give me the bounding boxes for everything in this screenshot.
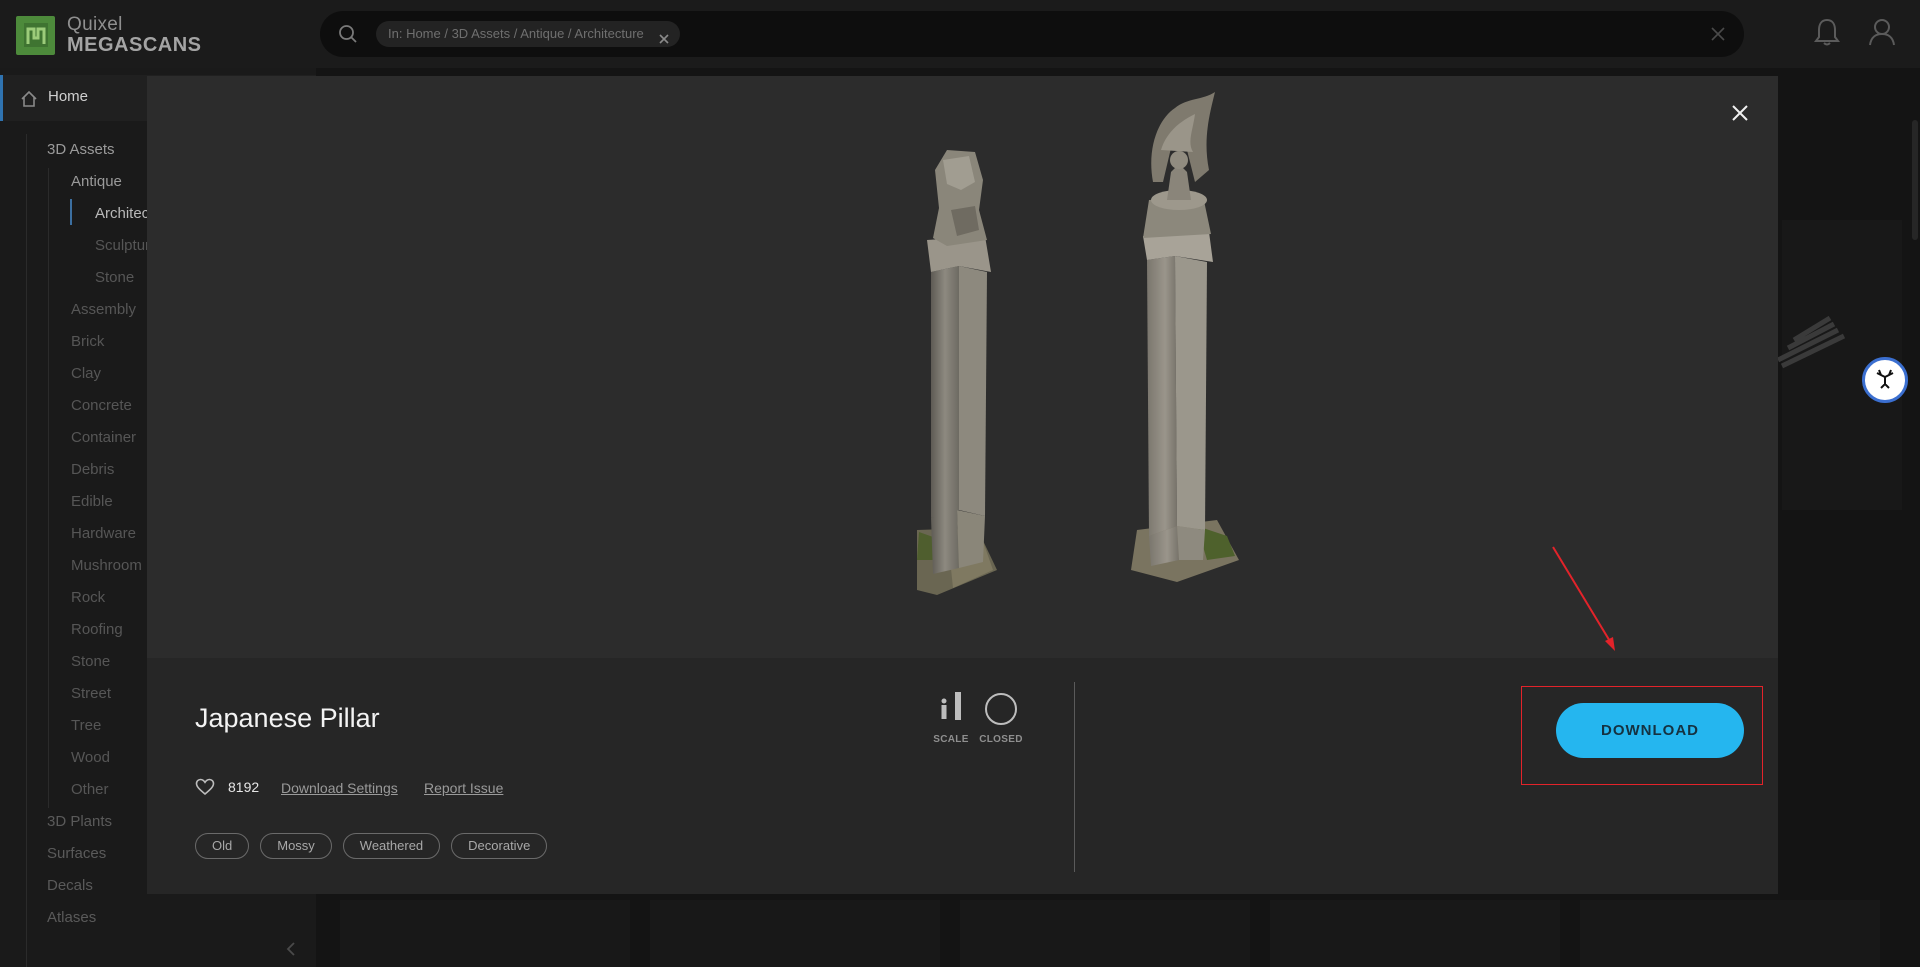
- sidebar-item-roofing[interactable]: Roofing: [71, 621, 123, 638]
- asset-preview[interactable]: [147, 76, 1778, 658]
- background-asset-card: [340, 900, 630, 967]
- home-icon: [20, 90, 38, 113]
- likes: 8192: [195, 778, 259, 796]
- download-button[interactable]: DOWNLOAD: [1556, 703, 1744, 758]
- sidebar-item-street[interactable]: Street: [71, 685, 111, 702]
- background-asset-card: [1270, 900, 1560, 967]
- like-count: 8192: [228, 779, 260, 795]
- asset-info-panel: Japanese Pillar 8192 Download Settings R…: [147, 658, 1778, 894]
- closed-icon: [985, 693, 1017, 725]
- search-filter-chip[interactable]: In: Home / 3D Assets / Antique / Archite…: [376, 21, 680, 47]
- brand-line1: Quixel: [67, 14, 123, 35]
- closed-indicator: CLOSED: [971, 692, 1031, 745]
- megascans-logo[interactable]: Quixel MEGASCANS: [16, 15, 202, 55]
- background-asset-thumbnail: [1778, 315, 1846, 369]
- sidebar-item-atlases[interactable]: Atlases: [47, 909, 96, 923]
- tree-guide-line: [48, 168, 49, 808]
- logo-mark-icon: [16, 15, 55, 55]
- brand-line2: MEGASCANS: [67, 34, 202, 56]
- search-icon[interactable]: [338, 24, 358, 49]
- top-bar: Quixel MEGASCANS In: Home / 3D Assets / …: [0, 0, 1920, 68]
- report-issue-link[interactable]: Report Issue: [424, 780, 503, 796]
- background-asset-card: [960, 900, 1250, 967]
- sidebar-item-mushroom[interactable]: Mushroom: [71, 557, 142, 574]
- tree-active-marker: [70, 199, 72, 225]
- sidebar-item-assembly[interactable]: Assembly: [71, 301, 136, 318]
- sidebar-item-rock[interactable]: Rock: [71, 589, 105, 606]
- sidebar-item-clay[interactable]: Clay: [71, 365, 101, 382]
- sidebar-item-3d-assets[interactable]: 3D Assets: [47, 141, 115, 158]
- download-highlight-box: DOWNLOAD: [1521, 686, 1763, 785]
- close-icon[interactable]: [1731, 104, 1749, 127]
- tree-guide-line: [26, 134, 27, 967]
- vertical-divider: [1074, 682, 1075, 872]
- japanese-pillar-preview-image: [917, 92, 1239, 595]
- background-asset-card: [650, 900, 940, 967]
- tag-list: Old Mossy Weathered Decorative: [195, 833, 558, 859]
- sidebar-item-edible[interactable]: Edible: [71, 493, 113, 510]
- background-asset-card: [1580, 900, 1880, 967]
- search-clear-icon[interactable]: [1710, 26, 1726, 47]
- tag-decorative[interactable]: Decorative: [451, 833, 548, 859]
- sidebar-item-stone[interactable]: Stone: [71, 653, 110, 670]
- user-icon[interactable]: [1868, 17, 1896, 52]
- asset-title: Japanese Pillar: [195, 703, 380, 733]
- sidebar-item-home-label: Home: [48, 88, 89, 105]
- sidebar-item-concrete[interactable]: Concrete: [71, 397, 132, 414]
- closed-label: CLOSED: [979, 734, 1023, 745]
- tag-old[interactable]: Old: [195, 833, 250, 859]
- search-chip-label: In: Home / 3D Assets / Antique / Archite…: [388, 26, 644, 41]
- scale-icon: [941, 692, 961, 720]
- tag-weathered[interactable]: Weathered: [342, 833, 441, 859]
- sidebar-item-hardware[interactable]: Hardware: [71, 525, 136, 542]
- browser-extension-icon[interactable]: [1862, 357, 1908, 403]
- sidebar-item-wood[interactable]: Wood: [71, 749, 110, 766]
- sidebar-item-3d-plants[interactable]: 3D Plants: [47, 813, 112, 830]
- heart-icon[interactable]: [195, 778, 215, 796]
- chip-remove-icon[interactable]: [658, 28, 670, 54]
- sidebar-item-stone-antique[interactable]: Stone: [95, 269, 134, 286]
- sidebar-item-antique[interactable]: Antique: [71, 173, 122, 190]
- sidebar-item-tree[interactable]: Tree: [71, 717, 101, 734]
- sidebar-item-decals[interactable]: Decals: [47, 877, 93, 894]
- sidebar-collapse-icon[interactable]: [284, 941, 298, 962]
- asset-detail-modal: Japanese Pillar 8192 Download Settings R…: [147, 76, 1778, 894]
- bell-icon[interactable]: [1813, 17, 1841, 52]
- sidebar-item-brick[interactable]: Brick: [71, 333, 104, 350]
- tag-mossy[interactable]: Mossy: [260, 833, 332, 859]
- sidebar-item-container[interactable]: Container: [71, 429, 136, 446]
- sidebar-item-other[interactable]: Other: [71, 781, 109, 798]
- download-settings-link[interactable]: Download Settings: [281, 780, 398, 796]
- sidebar-item-debris[interactable]: Debris: [71, 461, 114, 478]
- page-scrollbar[interactable]: [1912, 120, 1918, 240]
- annotation-arrow-icon: [1552, 546, 1615, 651]
- search-bar[interactable]: In: Home / 3D Assets / Antique / Archite…: [320, 11, 1744, 57]
- sidebar-item-surfaces[interactable]: Surfaces: [47, 845, 106, 862]
